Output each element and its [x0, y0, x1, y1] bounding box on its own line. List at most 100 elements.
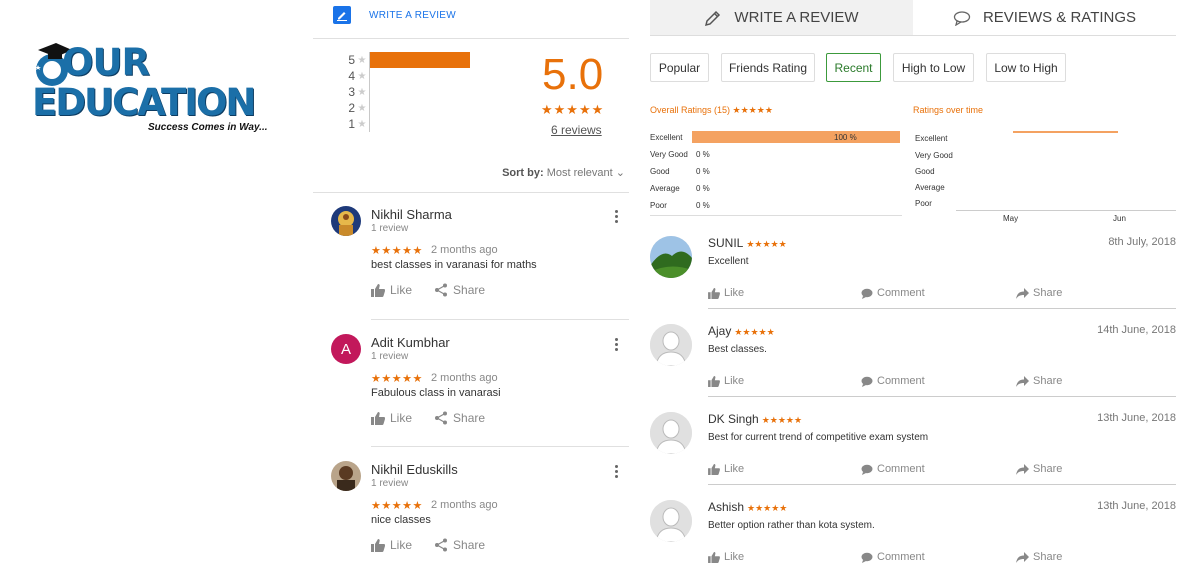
- reviewer-stars: ★★★★★: [747, 503, 788, 513]
- logo-text-education: EDUCATION: [32, 81, 256, 124]
- google-reviews-panel: WRITE A REVIEW 5 ★ 4 ★ 3 ★ 2 ★ 1 ★ 5.0 ★…: [313, 0, 629, 571]
- review-text: Better option rather than kota system.: [708, 520, 875, 531]
- comment-button[interactable]: Comment: [861, 375, 925, 387]
- share-button[interactable]: Share: [434, 411, 485, 425]
- like-button[interactable]: Like: [371, 283, 412, 297]
- share-label: Share: [1033, 463, 1063, 475]
- overall-row-label: Average: [650, 184, 680, 193]
- divider: [313, 38, 629, 39]
- reviewer-name[interactable]: Ajay ★★★★★: [708, 324, 775, 338]
- reviewer-name[interactable]: SUNIL ★★★★★: [708, 236, 787, 250]
- comment-icon: [861, 552, 873, 563]
- overall-row-label: Excellent: [650, 133, 683, 142]
- share-label: Share: [1033, 551, 1063, 563]
- reviewer-review-count: 1 review: [371, 478, 409, 489]
- more-options-icon[interactable]: [611, 209, 621, 227]
- brand-logo: OUR EDUCATION Success Comes in Way...: [28, 36, 288, 146]
- filter-high-to-low[interactable]: High to Low: [893, 53, 974, 82]
- review-text: Fabulous class in vanarasi: [371, 387, 501, 399]
- share-button[interactable]: Share: [1016, 463, 1062, 475]
- reviewer-stars: ★★★★★: [746, 239, 787, 249]
- share-button[interactable]: Share: [434, 538, 485, 552]
- filter-popular[interactable]: Popular: [650, 53, 709, 82]
- review-text: nice classes: [371, 514, 431, 526]
- histogram-track: [369, 116, 479, 132]
- avatar: [331, 461, 361, 491]
- overall-row: Good 0 %: [650, 164, 902, 178]
- more-options-icon[interactable]: [611, 337, 621, 355]
- speech-bubble-icon: [953, 10, 971, 26]
- like-button[interactable]: Like: [708, 287, 744, 299]
- overall-row-label: Poor: [650, 201, 667, 210]
- share-button[interactable]: Share: [1016, 287, 1062, 299]
- comment-label: Comment: [877, 551, 925, 563]
- divider: [708, 484, 1176, 485]
- tab-reviews-ratings[interactable]: REVIEWS & RATINGS: [913, 0, 1176, 35]
- divider: [313, 192, 629, 193]
- time-x-label: Jun: [1113, 214, 1126, 223]
- tab-bar: WRITE A REVIEW REVIEWS & RATINGS: [650, 0, 1176, 36]
- comment-icon: [861, 376, 873, 387]
- like-label: Like: [390, 283, 413, 297]
- sort-dropdown[interactable]: Sort by: Most relevant ⌄: [502, 166, 625, 179]
- more-options-icon[interactable]: [611, 464, 621, 482]
- overall-pct: 0 %: [696, 150, 710, 159]
- thumbs-up-icon: [371, 411, 385, 425]
- comment-button[interactable]: Comment: [861, 463, 925, 475]
- reviewer-name[interactable]: Nikhil Eduskills: [371, 462, 458, 477]
- share-button[interactable]: Share: [434, 283, 485, 297]
- tab-write-review[interactable]: WRITE A REVIEW: [650, 0, 913, 35]
- like-button[interactable]: Like: [708, 551, 744, 563]
- filter-low-to-high[interactable]: Low to High: [986, 53, 1066, 82]
- logo-tagline: Success Comes in Way...: [148, 122, 268, 133]
- google-write-review-button[interactable]: WRITE A REVIEW: [333, 6, 456, 24]
- google-write-review-label: WRITE A REVIEW: [369, 9, 456, 21]
- default-avatar-icon: [650, 500, 692, 542]
- share-label: Share: [1033, 287, 1063, 299]
- divider: [371, 446, 629, 447]
- comment-button[interactable]: Comment: [861, 551, 925, 563]
- overall-row-label: Good: [650, 167, 670, 176]
- filter-friends-rating[interactable]: Friends Rating: [721, 53, 815, 82]
- review-time: 2 months ago: [431, 244, 498, 256]
- ratings-over-time-title: Ratings over time: [913, 105, 984, 115]
- histogram-star-label: 3: [348, 85, 355, 99]
- share-button[interactable]: Share: [1016, 375, 1062, 387]
- overall-pct: 0 %: [696, 184, 710, 193]
- share-arrow-icon: [1016, 463, 1029, 475]
- like-button[interactable]: Like: [708, 463, 744, 475]
- reviewer-name[interactable]: Ashish ★★★★★: [708, 500, 787, 514]
- share-arrow-icon: [1016, 551, 1029, 563]
- share-button[interactable]: Share: [1016, 551, 1062, 563]
- logo-text-our: OUR: [62, 41, 150, 84]
- review-text: Excellent: [708, 256, 749, 267]
- average-stars: ★★★★★: [541, 102, 605, 117]
- comment-button[interactable]: Comment: [861, 287, 925, 299]
- overall-pct: 0 %: [696, 201, 710, 210]
- histogram-row: 3 ★: [345, 84, 479, 100]
- reviews-ratings-panel: WRITE A REVIEW REVIEWS & RATINGS Popular…: [650, 0, 1176, 571]
- histogram-track: [369, 68, 479, 84]
- review-text: best classes in varanasi for maths: [371, 259, 537, 271]
- overall-row-label: Very Good: [650, 150, 688, 159]
- filter-recent[interactable]: Recent: [826, 53, 881, 82]
- reviewer-name[interactable]: Adit Kumbhar: [371, 335, 450, 350]
- time-row-label: Excellent: [915, 134, 948, 143]
- review-date: 14th June, 2018: [1097, 324, 1176, 336]
- reviews-count-link[interactable]: 6 reviews: [551, 123, 602, 137]
- like-button[interactable]: Like: [371, 538, 412, 552]
- like-button[interactable]: Like: [708, 375, 744, 387]
- rating-histogram: 5 ★ 4 ★ 3 ★ 2 ★ 1 ★: [345, 52, 479, 132]
- thumbs-up-icon: [708, 287, 720, 299]
- avatar-initial: A: [340, 340, 351, 358]
- overall-row: Poor 0 %: [650, 198, 902, 212]
- time-row-label: Average: [915, 183, 945, 192]
- reviewer-name[interactable]: Nikhil Sharma: [371, 207, 452, 222]
- like-label: Like: [724, 375, 745, 387]
- review-item: Ashish ★★★★★ 13th June, 2018 Better optio…: [650, 500, 1176, 588]
- tab-label: REVIEWS & RATINGS: [982, 9, 1137, 26]
- reviewer-name[interactable]: DK Singh ★★★★★: [708, 412, 802, 426]
- thumbs-up-icon: [708, 375, 720, 387]
- review-item: DK Singh ★★★★★ 13th June, 2018 Best for c…: [650, 412, 1176, 500]
- like-button[interactable]: Like: [371, 411, 412, 425]
